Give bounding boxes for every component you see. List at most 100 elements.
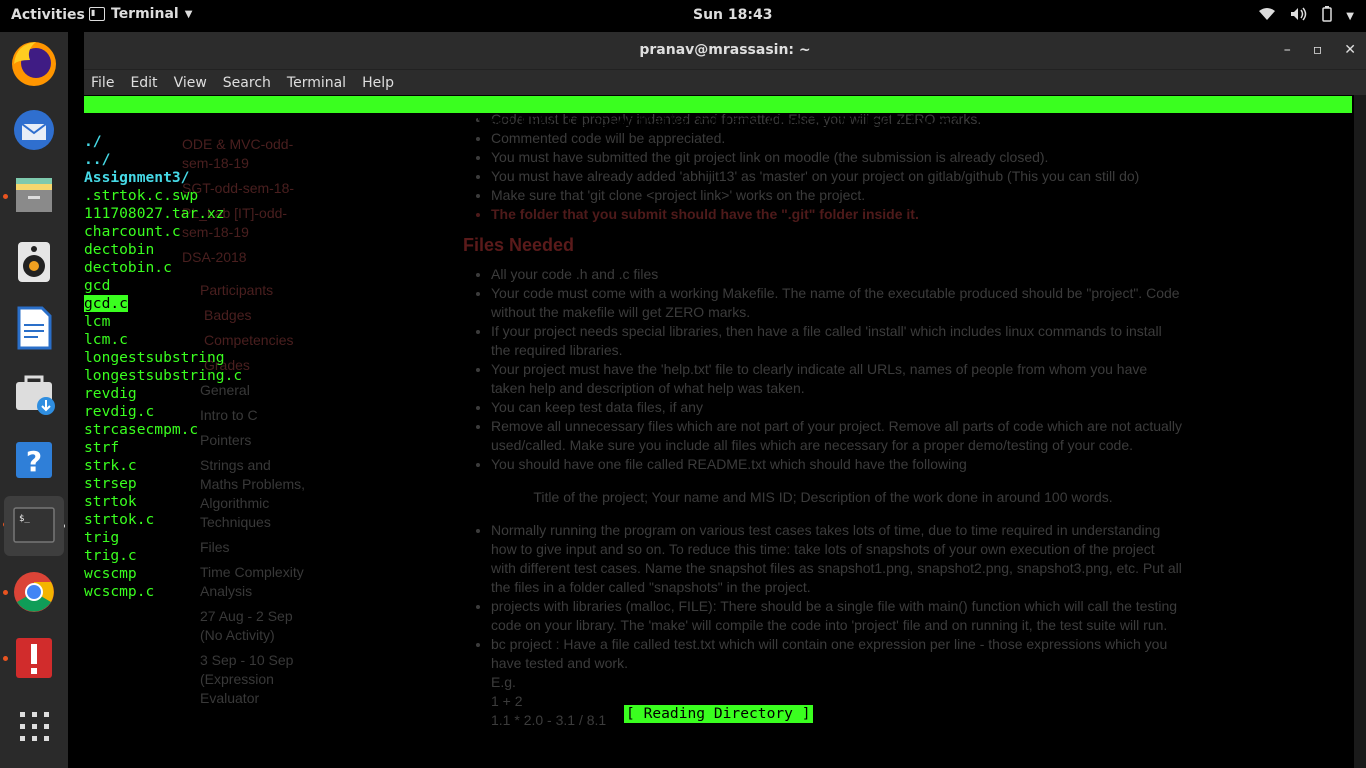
file-entry[interactable]: strtok xyxy=(84,493,274,511)
terminal-launcher[interactable]: $_ xyxy=(4,496,64,556)
update-launcher[interactable] xyxy=(4,628,64,688)
file-entry[interactable]: Assignment3/ xyxy=(84,169,274,187)
file-entry[interactable]: revdig.c xyxy=(84,403,274,421)
top-bar: Activities ▮ Terminal ▼ Sun 18:43 ▼ xyxy=(0,0,1366,32)
window-titlebar[interactable]: pranav@mrassasin: ~ – ▫ ✕ xyxy=(84,32,1366,69)
battery-icon xyxy=(1322,6,1333,26)
ghost-heading: Files Needed xyxy=(463,235,575,255)
ghost-bullet: Your code must come with a working Makef… xyxy=(491,284,1183,322)
dock: ? $_ xyxy=(0,32,68,768)
svg-text:?: ? xyxy=(26,445,42,478)
chevron-down-icon: ▼ xyxy=(1346,10,1354,22)
terminal-content[interactable]: ODE & MVC-odd-sem-18-19 SGT-odd-sem-18- … xyxy=(84,95,1354,768)
ghost-main: Code must be properly indented and forma… xyxy=(463,110,1183,730)
chevron-down-icon: ▼ xyxy=(184,8,193,20)
files-launcher[interactable] xyxy=(4,166,64,226)
file-entry[interactable]: ../ xyxy=(84,151,274,169)
menu-terminal[interactable]: Terminal xyxy=(287,75,346,91)
file-entry[interactable]: strtok.c xyxy=(84,511,274,529)
ghost-bullet: You must have already added 'abhijit13' … xyxy=(491,167,1183,186)
firefox-launcher[interactable] xyxy=(4,34,64,94)
ghost-bullet: Remove all unnecessary files which are n… xyxy=(491,417,1183,455)
terminal-icon: $_ xyxy=(13,507,55,543)
firefox-icon xyxy=(12,42,56,86)
activities-button[interactable]: Activities xyxy=(11,7,85,23)
app-grid-icon xyxy=(20,712,49,741)
file-entry[interactable]: trig.c xyxy=(84,547,274,565)
writer-icon xyxy=(17,306,52,350)
terminal-window: pranav@mrassasin: ~ – ▫ ✕ File Edit View… xyxy=(84,32,1366,768)
software-icon xyxy=(16,375,55,415)
file-entry[interactable]: lcm.c xyxy=(84,331,274,349)
ghost-tail-line: 1 + 2 xyxy=(491,693,523,709)
file-entry[interactable]: dectobin xyxy=(84,241,274,259)
ghost-bullet: Make sure that 'git clone <project link>… xyxy=(491,186,1183,205)
file-entry[interactable]: strf xyxy=(84,439,274,457)
close-icon[interactable]: ✕ xyxy=(1344,32,1356,69)
current-path: ./Desktop/Sem3/DSA/StringsAndMathsProble… xyxy=(389,113,961,130)
status-message: [ Reading Directory ] xyxy=(624,705,813,723)
ghost-bullet: You should have one file called README.t… xyxy=(491,455,1183,474)
background-webpage-ghost: ODE & MVC-odd-sem-18-19 SGT-odd-sem-18- … xyxy=(84,95,1354,768)
file-entry[interactable]: longestsubstring.c xyxy=(84,367,274,385)
file-entry[interactable]: revdig xyxy=(84,385,274,403)
file-entry[interactable]: longestsubstring xyxy=(84,349,274,367)
svg-text:$_: $_ xyxy=(19,514,30,524)
ghost-bullet: projects with libraries (malloc, FILE): … xyxy=(491,597,1183,635)
minimize-icon[interactable]: – xyxy=(1284,32,1291,69)
ghost-sidebar-item: 3 Sep - 10 Sep (Expression Evaluator xyxy=(200,652,294,706)
menu-edit[interactable]: Edit xyxy=(130,75,157,91)
file-entry-selected[interactable]: gcd.c xyxy=(84,295,274,313)
file-entry[interactable]: lcm xyxy=(84,313,274,331)
ghost-tail-line: E.g. xyxy=(491,674,516,690)
file-entry[interactable]: gcd xyxy=(84,277,274,295)
app-grid-launcher[interactable] xyxy=(4,696,64,756)
app-menu-label: Terminal xyxy=(111,6,179,22)
ghost-bullet: Normally running the program on various … xyxy=(491,521,1183,597)
rhythmbox-launcher[interactable] xyxy=(4,232,64,292)
file-entry[interactable]: strsep xyxy=(84,475,274,493)
ghost-bullet: Commented code will be appreciated. xyxy=(491,129,1183,148)
update-icon xyxy=(16,638,52,678)
file-entry[interactable]: strcasecmpm.c xyxy=(84,421,274,439)
file-entry[interactable]: 111708027.tar.xz xyxy=(84,205,274,223)
ghost-readme-line: Title of the project; Your name and MIS … xyxy=(533,489,1113,505)
file-entry[interactable]: dectobin.c xyxy=(84,259,274,277)
thunderbird-launcher[interactable] xyxy=(4,100,64,160)
help-icon: ? xyxy=(16,442,52,478)
writer-launcher[interactable] xyxy=(4,298,64,358)
ghost-bullet: The folder that you submit should have t… xyxy=(491,205,1183,224)
software-launcher[interactable] xyxy=(4,364,64,424)
nano-title-bar: ./Desktop/Sem3/DSA/StringsAndMathsProble… xyxy=(84,96,1352,147)
files-icon xyxy=(16,178,52,212)
ghost-bullet: If your project needs special libraries,… xyxy=(491,322,1183,360)
help-launcher[interactable]: ? xyxy=(4,430,64,490)
file-entry[interactable]: strk.c xyxy=(84,457,274,475)
ghost-bullet: All your code .h and .c files xyxy=(491,265,1183,284)
thunderbird-icon xyxy=(14,110,54,150)
ghost-bullet: Your project must have the 'help.txt' fi… xyxy=(491,360,1183,398)
menu-view[interactable]: View xyxy=(174,75,207,91)
terminal-scrollbar[interactable] xyxy=(1354,95,1366,768)
modified-indicator: Modified xyxy=(1281,130,1352,147)
maximize-icon[interactable]: ▫ xyxy=(1313,32,1323,69)
system-tray[interactable]: ▼ xyxy=(1258,6,1354,26)
menu-help[interactable]: Help xyxy=(362,75,394,91)
ghost-sidebar-item: 27 Aug - 2 Sep (No Activity) xyxy=(200,608,293,643)
menu-search[interactable]: Search xyxy=(223,75,271,91)
file-entry[interactable]: wcscmp.c xyxy=(84,583,274,601)
chrome-launcher[interactable] xyxy=(4,562,64,622)
clock[interactable]: Sun 18:43 xyxy=(693,7,772,23)
file-entry[interactable]: charcount.c xyxy=(84,223,274,241)
rhythmbox-icon xyxy=(18,242,50,282)
menu-file[interactable]: File xyxy=(91,75,114,91)
file-entry[interactable]: ./ xyxy=(84,133,274,151)
chrome-icon xyxy=(14,572,54,612)
file-entry[interactable]: wcscmp xyxy=(84,565,274,583)
file-entry[interactable]: trig xyxy=(84,529,274,547)
app-menu[interactable]: ▮ Terminal ▼ xyxy=(89,6,192,22)
wifi-icon xyxy=(1258,7,1276,25)
ghost-bullet: bc project : Have a file called test.txt… xyxy=(491,635,1183,673)
file-entry[interactable]: .strtok.c.swp xyxy=(84,187,274,205)
window-title: pranav@mrassasin: ~ xyxy=(639,42,811,58)
